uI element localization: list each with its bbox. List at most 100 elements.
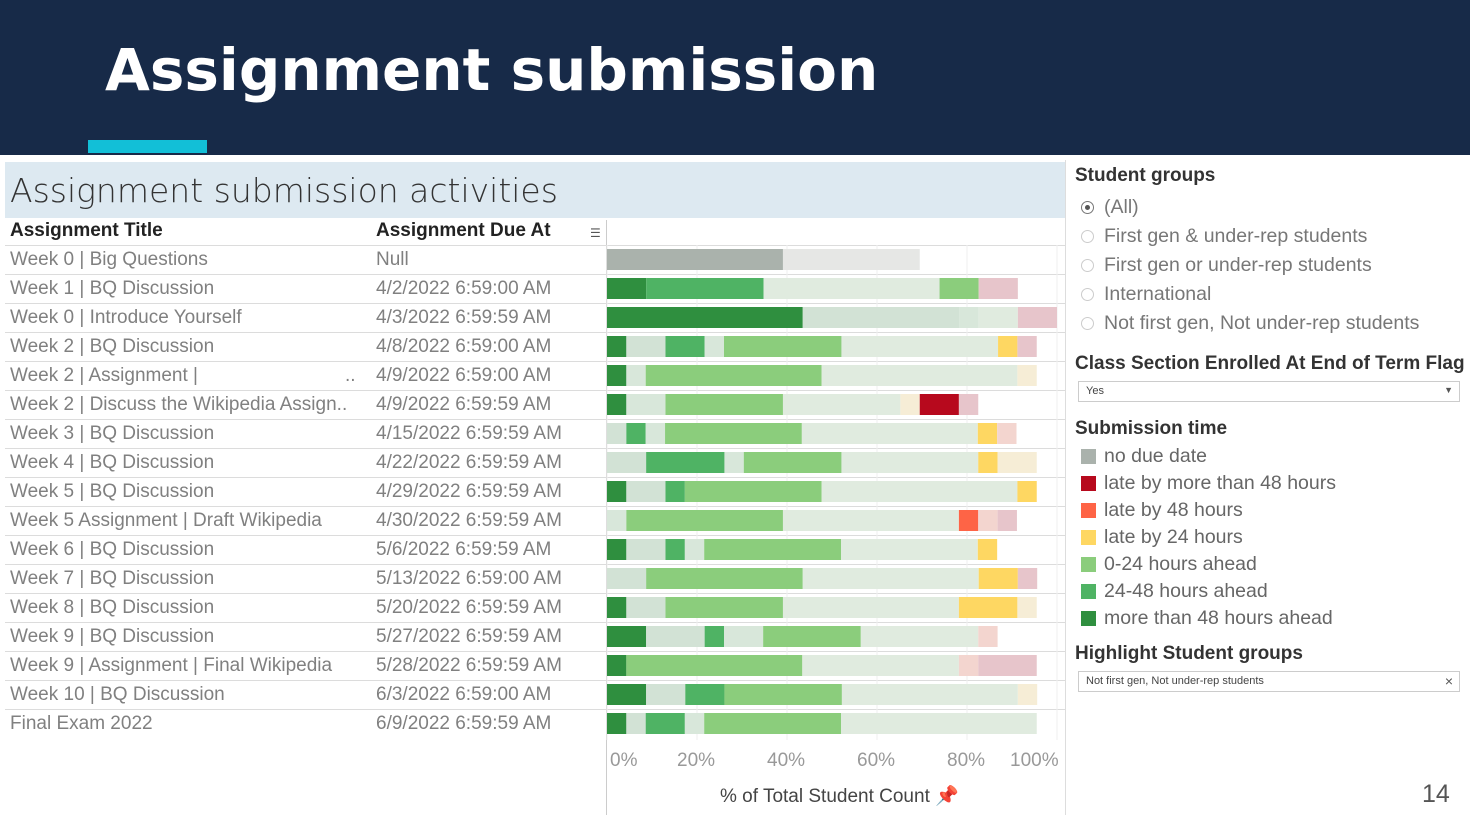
table-row[interactable]: Week 2 | Discuss the Wikipedia Assign.. 4…	[5, 390, 1065, 419]
legend-title: Submission time	[1075, 418, 1228, 439]
enrolled-flag-dropdown[interactable]: Yes ▼	[1078, 381, 1460, 402]
x-axis-title: % of Total Student Count 📌	[720, 786, 959, 807]
clear-icon[interactable]: ×	[1445, 673, 1453, 689]
due-date: 5/13/2022 6:59:00 AM	[376, 568, 562, 589]
dashboard-title-band: Assignment submission activities	[5, 162, 1065, 218]
legend-item[interactable]: more than 48 hours ahead	[1081, 607, 1333, 630]
assignment-title: Week 4 | BQ Discussion	[10, 452, 215, 473]
legend-swatch	[1081, 584, 1096, 599]
assignment-title: Final Exam 2022	[10, 713, 153, 734]
x-tick-label: 20%	[677, 750, 716, 771]
due-date: 4/29/2022 6:59:59 AM	[376, 481, 562, 502]
column-header-due[interactable]: Assignment Due At	[376, 220, 551, 242]
x-tick-label: 60%	[857, 750, 896, 771]
table-row[interactable]: Week 6 | BQ Discussion 5/6/2022 6:59:59 A…	[5, 535, 1065, 564]
due-date: 5/28/2022 6:59:59 AM	[376, 655, 562, 676]
table-row[interactable]: Week 9 | BQ Discussion 5/27/2022 6:59:59 …	[5, 622, 1065, 651]
table-row[interactable]: Week 0 | Big Questions Null	[5, 245, 1065, 274]
accent-bar	[88, 140, 207, 153]
due-date: 4/8/2022 6:59:00 AM	[376, 336, 552, 357]
assignment-title: Week 9 | Assignment | Final Wikipedia	[10, 655, 333, 676]
assignment-title: Week 3 | BQ Discussion	[10, 423, 215, 444]
x-tick-label: 0%	[610, 750, 638, 771]
radio-option[interactable]: First gen & under-rep students	[1081, 225, 1367, 248]
radio-icon[interactable]	[1081, 317, 1094, 330]
table-row[interactable]: Week 1 | BQ Discussion 4/2/2022 6:59:00 A…	[5, 274, 1065, 303]
highlight-label: Highlight Student groups	[1075, 643, 1303, 664]
radio-option[interactable]: First gen or under-rep students	[1081, 254, 1372, 277]
legend-item[interactable]: late by 48 hours	[1081, 499, 1243, 522]
radio-icon[interactable]	[1081, 288, 1094, 301]
x-tick-label: 80%	[947, 750, 986, 771]
legend-item[interactable]: no due date	[1081, 445, 1207, 468]
assignment-title: Week 5 Assignment | Draft Wikipedia	[10, 510, 322, 531]
legend-swatch	[1081, 503, 1096, 518]
due-date: 6/3/2022 6:59:00 AM	[376, 684, 552, 705]
pin-icon[interactable]: 📌	[935, 786, 959, 807]
legend-swatch	[1081, 530, 1096, 545]
assignment-title: Week 2 | Assignment |	[10, 365, 198, 386]
due-date: 4/22/2022 6:59:59 AM	[376, 452, 562, 473]
table-row[interactable]: Week 5 Assignment | Draft Wikipedia 4/30/…	[5, 506, 1065, 535]
due-date: 4/9/2022 6:59:00 AM	[376, 365, 552, 386]
due-date: 4/3/2022 6:59:59 AM	[376, 307, 552, 328]
legend-item[interactable]: 24-48 hours ahead	[1081, 580, 1268, 603]
assignment-title: Week 7 | BQ Discussion	[10, 568, 215, 589]
assignment-title: Week 5 | BQ Discussion	[10, 481, 215, 502]
assignment-title: Week 6 | BQ Discussion	[10, 539, 215, 560]
radio-icon[interactable]	[1081, 201, 1094, 214]
due-date: 4/9/2022 6:59:59 AM	[376, 394, 552, 415]
table-row[interactable]: Week 2 | BQ Discussion 4/8/2022 6:59:00 A…	[5, 332, 1065, 361]
student-groups-label: Student groups	[1075, 165, 1216, 186]
legend-swatch	[1081, 611, 1096, 626]
legend-item[interactable]: late by 24 hours	[1081, 526, 1243, 549]
table-row[interactable]: Week 0 | Introduce Yourself 4/3/2022 6:59…	[5, 303, 1065, 332]
sort-icon[interactable]: ☰	[590, 226, 601, 240]
due-date: 4/15/2022 6:59:59 AM	[376, 423, 562, 444]
dashboard-title: Assignment submission activities	[10, 171, 558, 210]
radio-option[interactable]: Not first gen, Not under-rep students	[1081, 312, 1419, 335]
page-number: 14	[1422, 780, 1450, 808]
due-date: 4/2/2022 6:59:00 AM	[376, 278, 552, 299]
legend-item[interactable]: 0-24 hours ahead	[1081, 553, 1257, 576]
table-row[interactable]: Week 9 | Assignment | Final Wikipedia 5/2…	[5, 651, 1065, 680]
radio-option[interactable]: International	[1081, 283, 1211, 306]
table-row[interactable]: Week 4 | BQ Discussion 4/22/2022 6:59:59 …	[5, 448, 1065, 477]
legend-item[interactable]: late by more than 48 hours	[1081, 472, 1336, 495]
due-date: 5/20/2022 6:59:59 AM	[376, 597, 562, 618]
assignment-title: Week 2 | Discuss the Wikipedia Assign..	[10, 394, 348, 415]
truncation-ellipsis: ..	[345, 365, 356, 386]
radio-option[interactable]: (All)	[1081, 196, 1139, 219]
enrolled-flag-label: Class Section Enrolled At End of Term Fl…	[1075, 353, 1465, 374]
table-row[interactable]: Week 10 | BQ Discussion 6/3/2022 6:59:00 …	[5, 680, 1065, 709]
table-row[interactable]: Week 8 | BQ Discussion 5/20/2022 6:59:59 …	[5, 593, 1065, 622]
due-date: 5/27/2022 6:59:59 AM	[376, 626, 562, 647]
table-row[interactable]: Week 7 | BQ Discussion 5/13/2022 6:59:00 …	[5, 564, 1065, 593]
radio-icon[interactable]	[1081, 230, 1094, 243]
highlight-input[interactable]: Not first gen, Not under-rep students ×	[1078, 671, 1460, 692]
slide-header: Assignment submission	[0, 0, 1470, 155]
legend-swatch	[1081, 449, 1096, 464]
assignment-title: Week 8 | BQ Discussion	[10, 597, 215, 618]
assignment-title: Week 1 | BQ Discussion	[10, 278, 215, 299]
due-date: Null	[376, 249, 409, 270]
x-tick-label: 100%	[1010, 750, 1059, 771]
due-date: 6/9/2022 6:59:59 AM	[376, 713, 552, 734]
legend-swatch	[1081, 476, 1096, 491]
assignment-title: Week 9 | BQ Discussion	[10, 626, 215, 647]
table-row[interactable]: Week 3 | BQ Discussion 4/15/2022 6:59:59 …	[5, 419, 1065, 448]
assignment-title: Week 10 | BQ Discussion	[10, 684, 225, 705]
assignment-title: Week 2 | BQ Discussion	[10, 336, 215, 357]
legend-swatch	[1081, 557, 1096, 572]
assignment-title: Week 0 | Introduce Yourself	[10, 307, 242, 328]
slide-title: Assignment submission	[105, 36, 879, 104]
table-row[interactable]: Week 2 | Assignment |.. 4/9/2022 6:59:00 …	[5, 361, 1065, 390]
column-header-title[interactable]: Assignment Title	[10, 220, 163, 242]
table-row[interactable]: Week 5 | BQ Discussion 4/29/2022 6:59:59 …	[5, 477, 1065, 506]
radio-icon[interactable]	[1081, 259, 1094, 272]
due-date: 4/30/2022 6:59:59 AM	[376, 510, 562, 531]
table-row[interactable]: Final Exam 2022 6/9/2022 6:59:59 AM	[5, 709, 1065, 738]
assignment-title: Week 0 | Big Questions	[10, 249, 208, 270]
due-date: 5/6/2022 6:59:59 AM	[376, 539, 552, 560]
chevron-down-icon: ▼	[1444, 385, 1453, 395]
